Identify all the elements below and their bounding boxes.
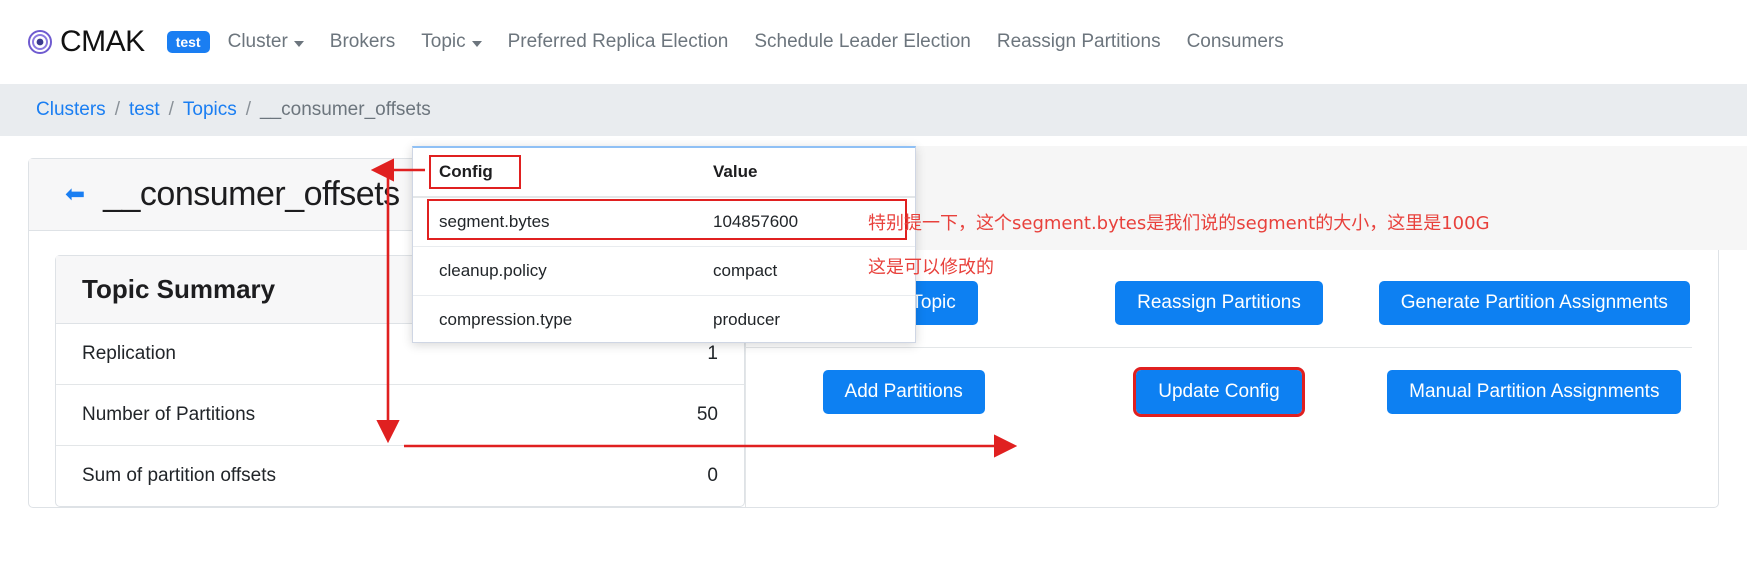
table-row: Number of Partitions 50 — [56, 384, 744, 446]
table-row: compression.type producer — [413, 296, 915, 345]
cluster-badge[interactable]: test — [166, 31, 210, 53]
update-config-button[interactable]: Update Config — [1133, 367, 1305, 417]
annotation-text-segment-bytes: 特别提一下，这个segment.bytes是我们说的segment的大小，这里是… — [868, 213, 1490, 234]
breadcrumb-separator: / — [168, 99, 174, 120]
breadcrumb-item-topics[interactable]: Topics — [183, 99, 237, 121]
top-navbar: CMAK test Cluster Brokers Topic Preferre… — [0, 0, 1747, 84]
action-cell: Generate Partition Assignments — [1377, 281, 1692, 325]
nav-item-cluster[interactable]: Cluster — [228, 31, 304, 53]
add-partitions-button[interactable]: Add Partitions — [822, 370, 985, 414]
table-row: Sum of partition offsets 0 — [56, 445, 744, 506]
value-column-header: Value — [713, 148, 915, 198]
nav-item-topic-label: Topic — [421, 31, 466, 52]
summary-label-number-of-partitions: Number of Partitions — [56, 384, 587, 446]
target-circle-icon — [28, 30, 52, 54]
action-cell: Reassign Partitions — [1061, 281, 1376, 325]
back-arrow-icon[interactable]: ⬅ — [65, 182, 85, 207]
breadcrumb: Clusters / test / Topics / __consumer_of… — [0, 84, 1747, 136]
action-cell: Add Partitions — [746, 370, 1061, 414]
nav-item-topic[interactable]: Topic — [421, 31, 482, 53]
nav-item-preferred-replica-election-label: Preferred Replica Election — [507, 31, 729, 52]
manual-partition-assignments-button[interactable]: Manual Partition Assignments — [1387, 370, 1682, 414]
brand-logo-and-name[interactable]: CMAK — [28, 25, 145, 59]
nav-item-preferred-replica-election[interactable]: Preferred Replica Election — [508, 31, 729, 53]
chevron-down-icon — [293, 40, 304, 47]
chevron-down-icon — [471, 40, 482, 47]
nav-item-schedule-leader-election[interactable]: Schedule Leader Election — [754, 31, 971, 53]
nav-item-reassign-partitions[interactable]: Reassign Partitions — [997, 31, 1161, 53]
config-header-highlight-box — [429, 155, 521, 189]
config-name-cleanup-policy: cleanup.policy — [413, 246, 713, 296]
topic-summary-table: Replication 1 Number of Partitions 50 Su… — [56, 324, 744, 506]
action-cell: Manual Partition Assignments — [1377, 370, 1692, 414]
topic-config-popup: Config Value segment.bytes 104857600 cle… — [412, 146, 916, 343]
generate-partition-assignments-button[interactable]: Generate Partition Assignments — [1378, 281, 1690, 325]
summary-label-sum-of-partition-offsets: Sum of partition offsets — [56, 445, 587, 506]
config-value-compression-type: producer — [713, 310, 781, 329]
breadcrumb-item-test[interactable]: test — [129, 99, 160, 121]
nav-item-consumers[interactable]: Consumers — [1187, 31, 1284, 53]
breadcrumb-item-current: __consumer_offsets — [260, 99, 431, 120]
topic-actions-row-2: Add Partitions Update Config Manual Part… — [746, 348, 1692, 436]
brand-name: CMAK — [60, 25, 145, 58]
segment-bytes-row-highlight-box — [427, 199, 907, 240]
annotation-text-editable: 这是可以修改的 — [868, 257, 994, 278]
table-row: cleanup.policy compact — [413, 246, 915, 296]
nav-item-schedule-leader-election-label: Schedule Leader Election — [754, 31, 971, 52]
nav-item-cluster-label: Cluster — [227, 31, 288, 52]
nav-item-consumers-label: Consumers — [1186, 31, 1284, 52]
nav-item-reassign-partitions-label: Reassign Partitions — [996, 31, 1161, 52]
breadcrumb-separator: / — [245, 99, 252, 120]
action-cell: Update Config — [1061, 367, 1376, 417]
reassign-partitions-button[interactable]: Reassign Partitions — [1115, 281, 1323, 325]
config-name-compression-type: compression.type — [439, 310, 573, 329]
page-title: __consumer_offsets — [103, 175, 400, 213]
summary-value-number-of-partitions: 50 — [586, 384, 744, 446]
nav-item-brokers-label: Brokers — [329, 31, 396, 52]
breadcrumb-item-clusters[interactable]: Clusters — [36, 99, 106, 121]
breadcrumb-separator: / — [114, 99, 120, 120]
summary-value-sum-of-partition-offsets: 0 — [586, 445, 744, 506]
nav-item-brokers[interactable]: Brokers — [330, 31, 395, 53]
